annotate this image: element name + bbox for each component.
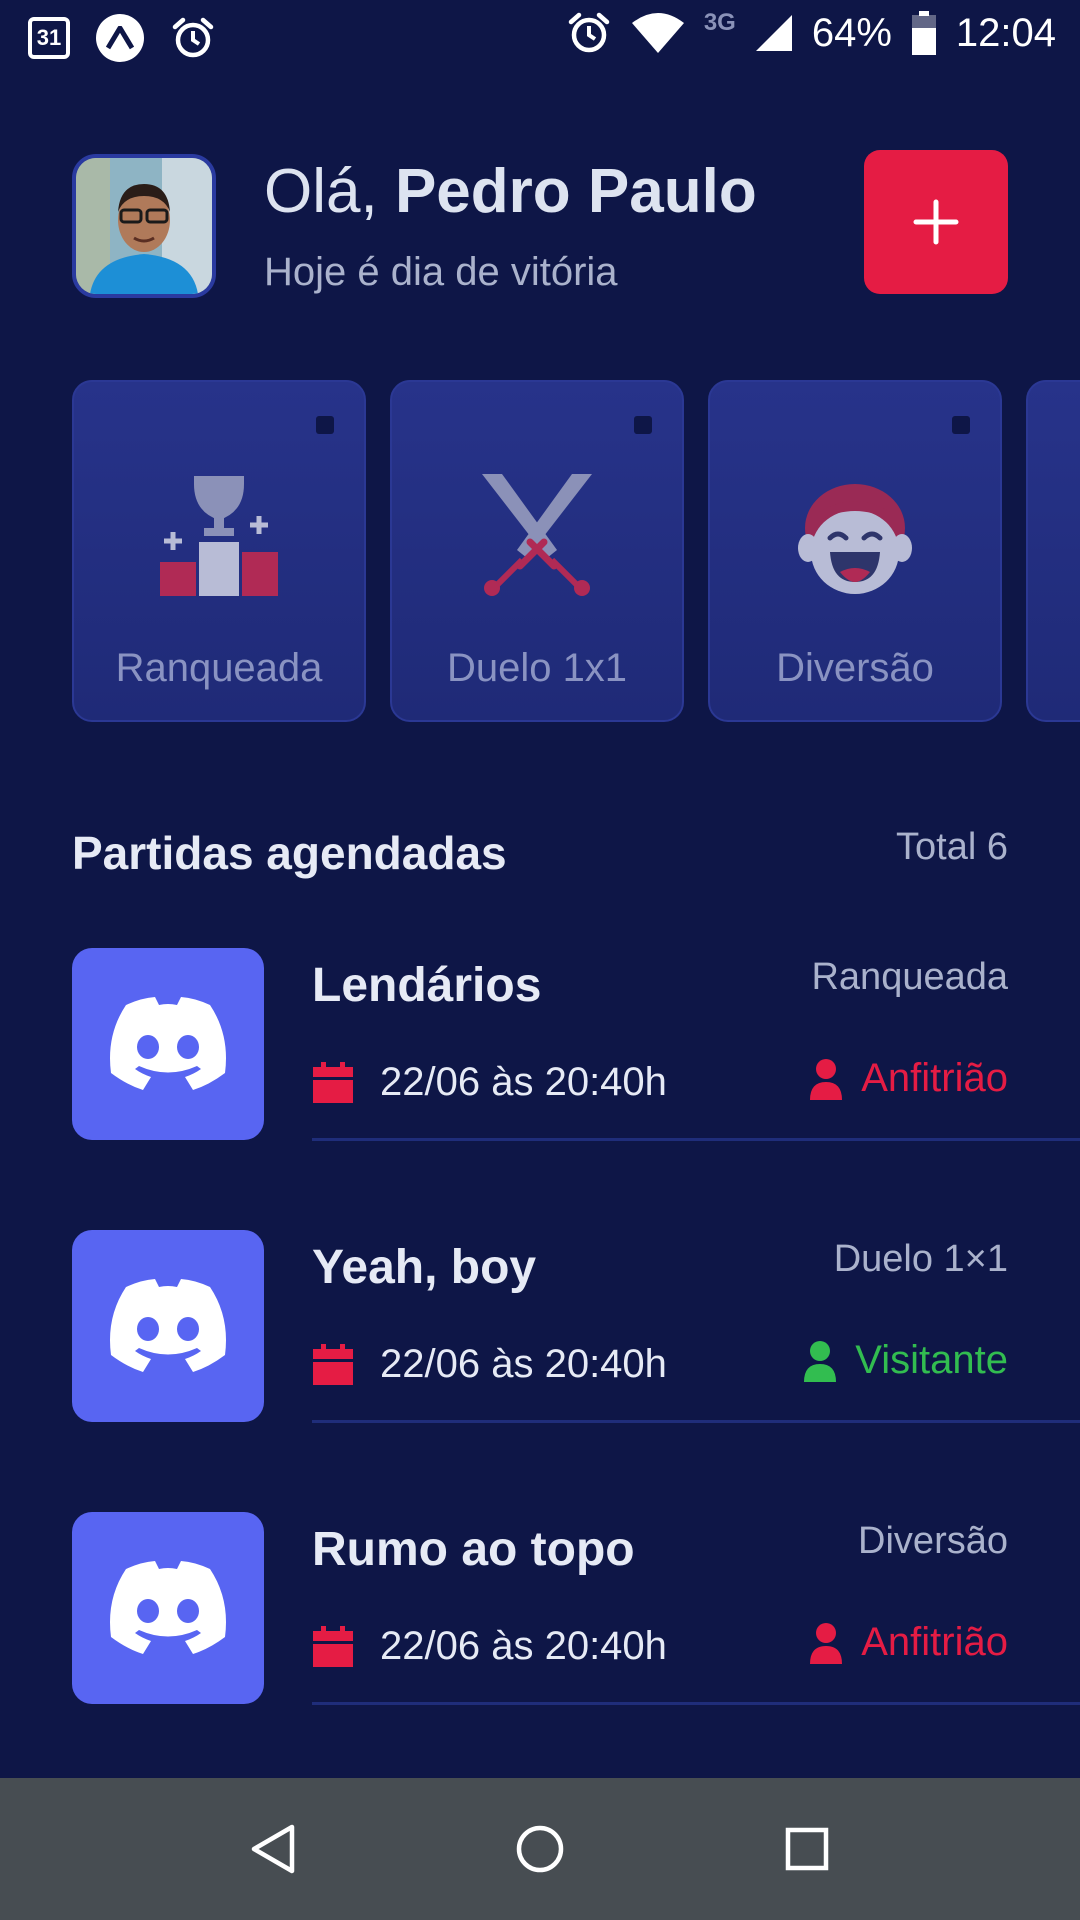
match-name: Yeah, boy xyxy=(312,1241,537,1294)
category-carousel[interactable]: Ranqueada Duelo 1x1 Diversão xyxy=(72,380,1080,722)
status-left: 31 xyxy=(28,14,216,62)
profile-photo xyxy=(76,158,212,294)
role-label: Visitante xyxy=(855,1338,1008,1382)
battery-icon xyxy=(911,11,936,55)
calendar-icon xyxy=(313,1625,353,1667)
avatar[interactable] xyxy=(72,154,216,298)
calendar-icon xyxy=(313,1343,353,1385)
match-role: Anfitrião xyxy=(809,1620,1008,1665)
discord-icon xyxy=(110,1279,226,1372)
calendar-notification-icon: 31 xyxy=(28,17,70,59)
battery-percent: 64% xyxy=(811,10,892,55)
match-item[interactable]: Yeah, boy Duelo 1×1 22/06 às 20:40h Visi… xyxy=(0,1230,1080,1426)
match-role: Anfitrião xyxy=(809,1056,1008,1101)
recents-button[interactable] xyxy=(767,1809,847,1889)
match-date-row: 22/06 às 20:40h xyxy=(312,1624,667,1669)
divider xyxy=(312,1702,1080,1705)
plus-icon xyxy=(913,199,959,245)
user-name: Pedro Paulo xyxy=(394,157,757,226)
crossed-swords-icon xyxy=(482,474,592,596)
wifi-icon xyxy=(631,13,684,53)
home-button[interactable] xyxy=(500,1809,580,1889)
network-type: 3G xyxy=(703,9,736,36)
category-checkbox[interactable] xyxy=(316,416,334,434)
signal-icon xyxy=(755,15,792,51)
category-label: Diversão xyxy=(776,646,934,690)
match-date-row: 22/06 às 20:40h xyxy=(312,1342,667,1387)
calendar-icon xyxy=(313,1061,353,1103)
category-diversao[interactable]: Diversão xyxy=(708,380,1002,722)
match-category: Diversão xyxy=(858,1520,1008,1562)
divider xyxy=(312,1138,1080,1141)
person-icon xyxy=(810,1622,843,1664)
guild-thumbnail xyxy=(72,948,264,1140)
section-title: Partidas agendadas xyxy=(72,827,507,879)
matches-total: Total 6 xyxy=(896,826,1008,868)
back-triangle-icon xyxy=(252,1824,295,1874)
category-label: Duelo 1x1 xyxy=(446,646,628,690)
person-icon xyxy=(804,1340,837,1382)
match-name: Rumo ao topo xyxy=(312,1523,635,1576)
match-date: 22/06 às 20:40h xyxy=(380,1060,667,1104)
match-category: Ranqueada xyxy=(811,956,1008,998)
match-date-row: 22/06 às 20:40h xyxy=(312,1060,667,1105)
match-item[interactable]: Lendários Ranqueada 22/06 às 20:40h Anfi… xyxy=(0,948,1080,1144)
category-ranqueada[interactable]: Ranqueada xyxy=(72,380,366,722)
recents-square-icon xyxy=(785,1827,828,1871)
person-icon xyxy=(810,1058,843,1100)
match-role: Visitante xyxy=(803,1338,1008,1383)
match-date: 22/06 às 20:40h xyxy=(380,1342,667,1386)
category-checkbox[interactable] xyxy=(634,416,652,434)
add-match-button[interactable] xyxy=(864,150,1008,294)
system-nav-bar xyxy=(0,1778,1080,1920)
greeting-prefix: Olá, xyxy=(264,157,378,226)
discord-icon xyxy=(110,1561,226,1654)
greeting: Olá, Pedro Paulo xyxy=(264,156,757,227)
match-date: 22/06 às 20:40h xyxy=(380,1624,667,1668)
category-more[interactable] xyxy=(1026,380,1080,722)
divider xyxy=(312,1420,1080,1423)
discord-icon xyxy=(110,997,226,1090)
home-circle-icon xyxy=(516,1825,564,1873)
category-checkbox[interactable] xyxy=(952,416,970,434)
role-label: Anfitrião xyxy=(861,1056,1008,1100)
clock: 12:04 xyxy=(955,10,1056,55)
app-notification-icon xyxy=(96,14,144,62)
alarm-icon xyxy=(172,17,214,58)
alarm-icon xyxy=(568,12,610,53)
laughing-face-icon xyxy=(798,484,912,594)
guild-thumbnail xyxy=(72,1230,264,1422)
match-category: Duelo 1×1 xyxy=(833,1238,1008,1280)
role-label: Anfitrião xyxy=(861,1620,1008,1664)
greeting-subtitle: Hoje é dia de vitória xyxy=(264,250,618,294)
status-bar: 31 3G 64% 12:04 xyxy=(0,0,1080,74)
status-right: 3G 64% 12:04 xyxy=(566,9,1056,56)
trophy-podium-icon xyxy=(160,476,278,596)
category-label: Ranqueada xyxy=(115,646,323,690)
category-duelo[interactable]: Duelo 1x1 xyxy=(390,380,684,722)
guild-thumbnail xyxy=(72,1512,264,1704)
back-button[interactable] xyxy=(233,1809,313,1889)
match-item[interactable]: Rumo ao topo Diversão 22/06 às 20:40h An… xyxy=(0,1512,1080,1708)
match-name: Lendários xyxy=(312,959,542,1012)
